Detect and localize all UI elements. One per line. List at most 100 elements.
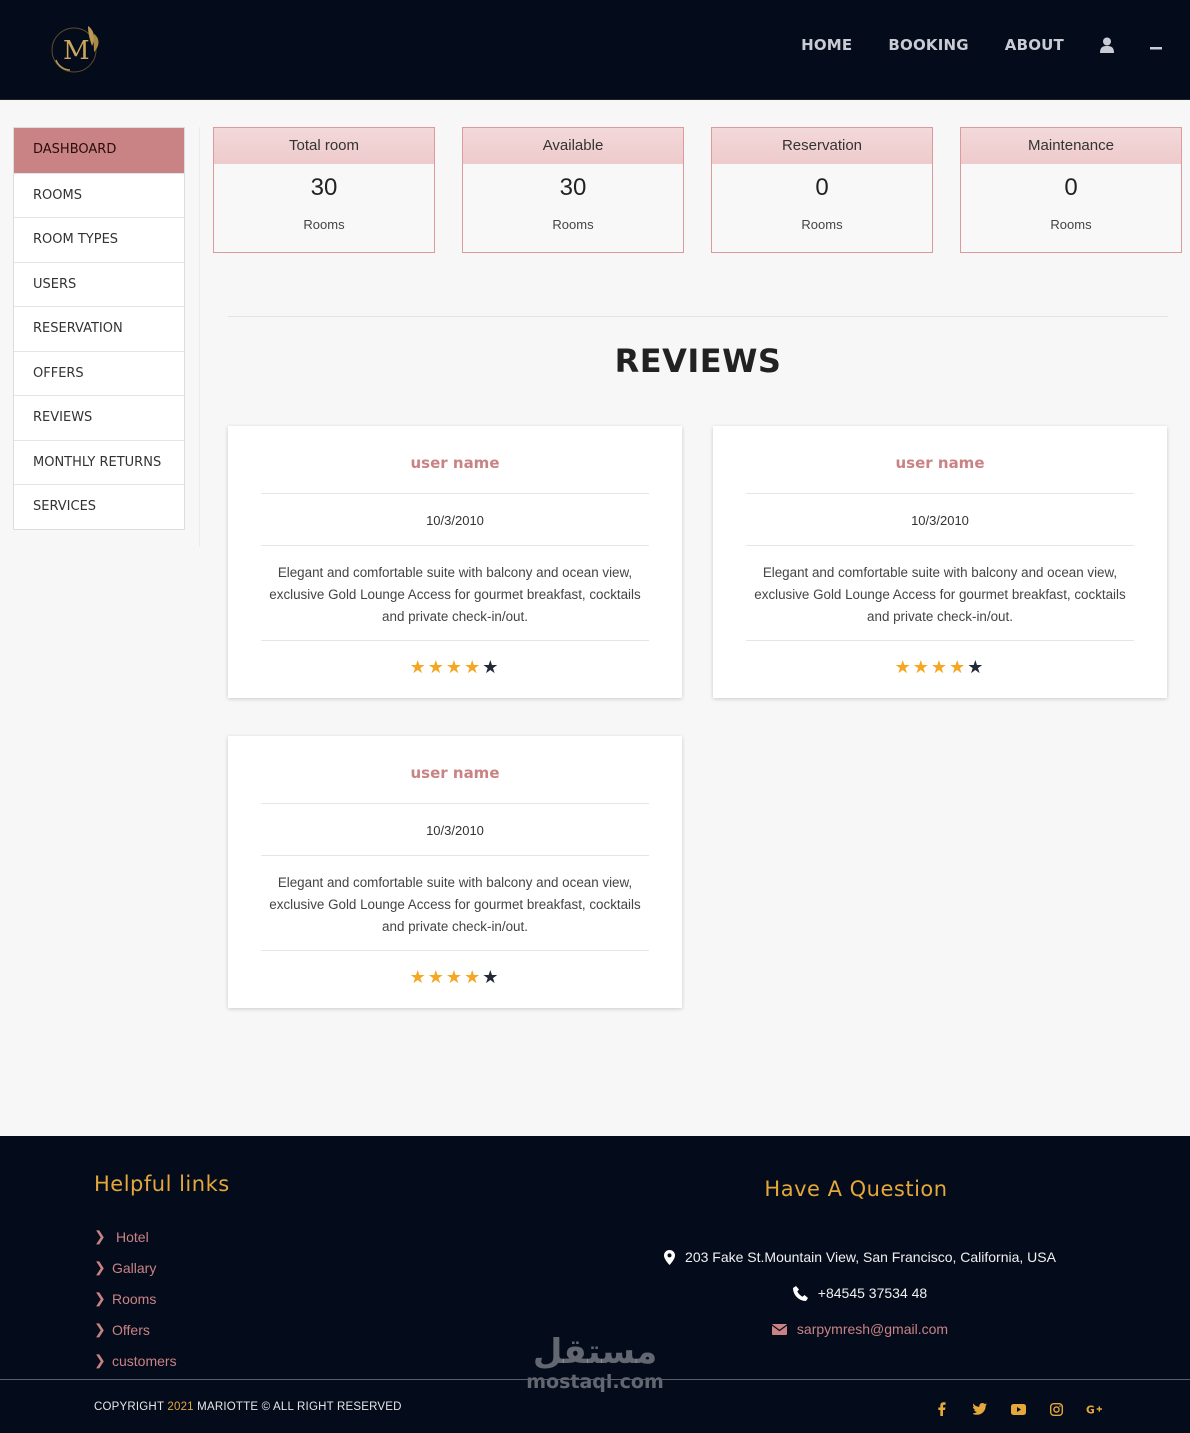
copyright-year: 2021: [167, 1401, 194, 1413]
sidebar-item-users[interactable]: USERS: [14, 261, 184, 307]
stat-value: 0: [1064, 174, 1078, 201]
review-text: Elegant and comfortable suite with balco…: [754, 565, 1126, 624]
divider: [746, 640, 1134, 641]
question-heading: Have A Question: [764, 1177, 948, 1201]
sidebar-menu: DASHBOARD ROOMS ROOM TYPES USERS RESERVA…: [13, 127, 185, 530]
star-filled-icon: ★: [409, 967, 428, 988]
review-user-name[interactable]: user name: [228, 454, 682, 472]
watermark-arabic: مستقل: [532, 1332, 658, 1372]
twitter-icon[interactable]: [972, 1402, 988, 1416]
review-card: user name 10/3/2010 Elegant and comforta…: [228, 426, 682, 698]
star-filled-icon: ★: [949, 657, 968, 678]
stat-title: Available: [463, 128, 683, 164]
contact-phone: +84545 37534 48: [560, 1285, 1160, 1301]
footer-divider: [0, 1379, 1190, 1380]
instagram-icon[interactable]: [1048, 1402, 1064, 1416]
footer-link-label: Offers: [112, 1321, 150, 1338]
nav-about[interactable]: ABOUT: [1005, 36, 1064, 54]
star-filled-icon: ★: [464, 967, 483, 988]
star-filled-icon: ★: [445, 967, 465, 988]
nav-home[interactable]: HOME: [801, 36, 852, 54]
stat-unit: Rooms: [552, 217, 594, 232]
divider: [261, 803, 649, 804]
review-date: 10/3/2010: [911, 513, 969, 528]
review-text: Elegant and comfortable suite with balco…: [269, 875, 641, 934]
top-navbar: M HOME BOOKING ABOUT: [0, 0, 1190, 100]
star-empty-icon: ★: [482, 657, 501, 678]
envelope-icon: [771, 1323, 787, 1335]
copyright-text: COPYRIGHT 2021 MARIOTTE © ALL RIGHT RESE…: [94, 1401, 402, 1413]
email-link[interactable]: sarpymresh@gmail.com: [797, 1321, 948, 1337]
youtube-icon[interactable]: [1010, 1402, 1026, 1416]
review-card: user name 10/3/2010 Elegant and comforta…: [713, 426, 1167, 698]
sidebar-item-room-types[interactable]: ROOM TYPES: [14, 217, 184, 262]
phone-icon: [792, 1285, 808, 1301]
star-filled-icon: ★: [894, 657, 913, 678]
divider: [261, 493, 649, 494]
footer-link-offers[interactable]: ❯ Offers: [94, 1314, 177, 1345]
main-nav: HOME BOOKING ABOUT: [765, 36, 1162, 54]
star-filled-icon: ★: [912, 657, 931, 678]
hotel-logo[interactable]: M: [48, 20, 104, 76]
footer-link-gallary[interactable]: ❯ Gallary: [94, 1252, 177, 1283]
sidebar-item-rooms[interactable]: ROOMS: [14, 172, 184, 218]
stat-unit: Rooms: [801, 217, 843, 232]
footer-link-label: Rooms: [112, 1290, 157, 1307]
star-filled-icon: ★: [464, 657, 483, 678]
stat-title: Maintenance: [961, 128, 1181, 164]
google-plus-icon[interactable]: G: [1086, 1402, 1102, 1416]
sidebar-item-reviews[interactable]: REVIEWS: [14, 395, 184, 440]
review-user-name[interactable]: user name: [713, 454, 1167, 472]
star-rating: ★★★★★: [228, 967, 682, 988]
section-divider: [228, 316, 1168, 317]
svg-text:M: M: [63, 36, 90, 66]
watermark-latin: mostaql.com: [526, 1371, 664, 1393]
star-filled-icon: ★: [445, 657, 465, 678]
divider: [261, 640, 649, 641]
review-date: 10/3/2010: [426, 513, 484, 528]
svg-text:G: G: [1086, 1403, 1095, 1415]
footer-link-label: Hotel: [116, 1228, 149, 1245]
stat-card-available: Available 30 Rooms: [462, 127, 684, 253]
sidebar-item-dashboard[interactable]: DASHBOARD: [14, 128, 184, 173]
user-icon[interactable]: [1100, 37, 1114, 53]
divider: [261, 950, 649, 951]
star-filled-icon: ★: [930, 657, 950, 678]
stat-card-total-room: Total room 30 Rooms: [213, 127, 435, 253]
review-text: Elegant and comfortable suite with balco…: [269, 565, 641, 624]
stat-title: Reservation: [712, 128, 932, 164]
chevron-right-icon: ❯: [94, 1228, 106, 1244]
star-filled-icon: ★: [409, 657, 428, 678]
footer-link-hotel[interactable]: ❯ Hotel: [94, 1221, 177, 1252]
contact-address: 203 Fake St.Mountain View, San Francisco…: [560, 1249, 1160, 1265]
minimize-icon[interactable]: [1150, 40, 1162, 50]
sidebar-item-monthly-returns[interactable]: MONTHLY RETURNS: [14, 439, 184, 485]
helpful-links-list: ❯ Hotel ❯ Gallary ❯ Rooms ❯ Offers ❯ customer…: [94, 1221, 177, 1376]
chevron-right-icon: ❯: [94, 1321, 106, 1337]
stat-unit: Rooms: [303, 217, 345, 232]
review-user-name[interactable]: user name: [228, 764, 682, 782]
facebook-icon[interactable]: [934, 1402, 950, 1416]
sidebar-item-offers[interactable]: OFFERS: [14, 350, 184, 396]
star-filled-icon: ★: [427, 657, 446, 678]
sidebar-item-services[interactable]: SERVICES: [14, 484, 184, 529]
star-rating: ★★★★★: [228, 657, 682, 678]
stat-card-maintenance: Maintenance 0 Rooms: [960, 127, 1182, 253]
star-rating: ★★★★★: [713, 657, 1167, 678]
divider: [261, 545, 649, 546]
star-empty-icon: ★: [482, 967, 501, 988]
stat-title: Total room: [214, 128, 434, 164]
stat-unit: Rooms: [1050, 217, 1092, 232]
sidebar-item-reservation[interactable]: RESERVATION: [14, 306, 184, 351]
mostaql-watermark: مستقل mostaql.com: [520, 1332, 670, 1392]
review-date: 10/3/2010: [426, 823, 484, 838]
divider: [746, 545, 1134, 546]
stat-value: 0: [815, 174, 829, 201]
footer-link-label: customers: [112, 1352, 177, 1369]
footer-link-customers[interactable]: ❯ customers: [94, 1345, 177, 1376]
social-links: G: [912, 1402, 1102, 1416]
chevron-right-icon: ❯: [94, 1352, 106, 1368]
nav-booking[interactable]: BOOKING: [888, 36, 968, 54]
footer-link-label: Gallary: [112, 1259, 157, 1276]
footer-link-rooms[interactable]: ❯ Rooms: [94, 1283, 177, 1314]
